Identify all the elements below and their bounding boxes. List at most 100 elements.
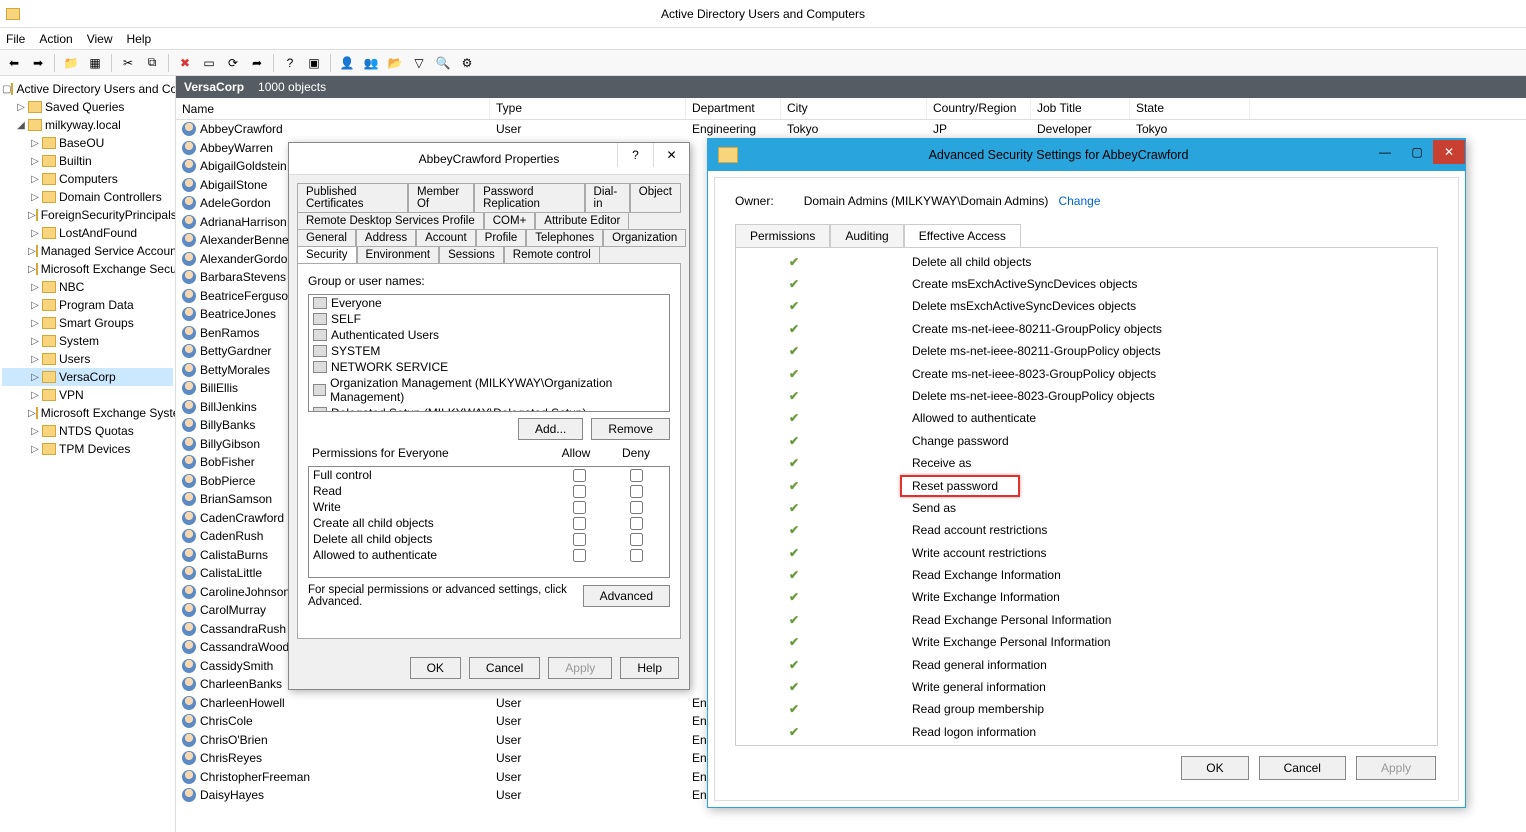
- apply-button[interactable]: Apply: [548, 657, 612, 679]
- delete-icon[interactable]: ✖: [175, 53, 195, 73]
- col-job[interactable]: Job Title: [1031, 98, 1130, 119]
- allow-checkbox[interactable]: [573, 485, 586, 498]
- tree-root[interactable]: ▢Active Directory Users and Computers: [2, 80, 173, 98]
- list-icon[interactable]: ▦: [85, 53, 105, 73]
- group-item[interactable]: Everyone: [309, 295, 669, 311]
- tree-node-domain-controllers[interactable]: ▷Domain Controllers: [2, 188, 173, 206]
- change-link[interactable]: Change: [1058, 194, 1100, 208]
- tree-node-versacorp[interactable]: ▷VersaCorp: [2, 368, 173, 386]
- allow-checkbox[interactable]: [573, 501, 586, 514]
- allow-checkbox[interactable]: [573, 517, 586, 530]
- filter-icon[interactable]: ▽: [409, 53, 429, 73]
- group-item[interactable]: NETWORK SERVICE: [309, 359, 669, 375]
- tab-attribute-editor[interactable]: Attribute Editor: [535, 212, 629, 230]
- export-icon[interactable]: ➦: [247, 53, 267, 73]
- cancel-button[interactable]: Cancel: [469, 657, 540, 679]
- menu-action[interactable]: Action: [39, 32, 72, 46]
- group-icon[interactable]: 👥: [361, 53, 381, 73]
- deny-checkbox[interactable]: [630, 469, 643, 482]
- remove-button[interactable]: Remove: [591, 418, 670, 440]
- tab-dial-in[interactable]: Dial-in: [585, 183, 630, 213]
- permissions-list[interactable]: Full controlReadWriteCreate all child ob…: [308, 466, 670, 578]
- cut-icon[interactable]: ✂: [118, 53, 138, 73]
- menu-view[interactable]: View: [87, 32, 113, 46]
- tab-telephones[interactable]: Telephones: [526, 229, 603, 247]
- tab-security[interactable]: Security: [297, 246, 357, 264]
- opts-icon[interactable]: ⚙: [457, 53, 477, 73]
- forward-icon[interactable]: ➡: [28, 53, 48, 73]
- tree-node-users[interactable]: ▷Users: [2, 350, 173, 368]
- back-icon[interactable]: ⬅: [4, 53, 24, 73]
- tree-node-managed-service-accounts[interactable]: ▷Managed Service Accounts: [2, 242, 173, 260]
- col-name[interactable]: Name: [176, 98, 490, 119]
- tab-sessions[interactable]: Sessions: [439, 246, 504, 264]
- properties-titlebar[interactable]: AbbeyCrawford Properties ? ✕: [289, 143, 689, 175]
- menu-file[interactable]: File: [6, 32, 25, 46]
- find-icon[interactable]: 🔍: [433, 53, 453, 73]
- tree-domain[interactable]: ◢milkyway.local: [2, 116, 173, 134]
- ok-button[interactable]: OK: [410, 657, 461, 679]
- tab-member-of[interactable]: Member Of: [408, 183, 474, 213]
- tab-remote-desktop-services-profile[interactable]: Remote Desktop Services Profile: [297, 212, 484, 230]
- tab-address[interactable]: Address: [356, 229, 416, 247]
- close-button[interactable]: ✕: [1433, 140, 1465, 164]
- advanced-button[interactable]: Advanced: [583, 585, 670, 607]
- tree-node-computers[interactable]: ▷Computers: [2, 170, 173, 188]
- tree-node-microsoft-exchange-system-objects[interactable]: ▷Microsoft Exchange System Objects: [2, 404, 173, 422]
- properties-icon[interactable]: ▭: [199, 53, 219, 73]
- tab-object[interactable]: Object: [630, 183, 681, 213]
- allow-checkbox[interactable]: [573, 469, 586, 482]
- tree-node-tpm-devices[interactable]: ▷TPM Devices: [2, 440, 173, 458]
- tree-node-smart-groups[interactable]: ▷Smart Groups: [2, 314, 173, 332]
- tab-published-certificates[interactable]: Published Certificates: [297, 183, 408, 213]
- tab-remote-control[interactable]: Remote control: [504, 246, 600, 264]
- help-button[interactable]: ?: [617, 143, 653, 167]
- adv-ok-button[interactable]: OK: [1181, 756, 1248, 780]
- col-state[interactable]: State: [1130, 98, 1250, 119]
- effective-access-list[interactable]: ✔Delete all child objects✔Create msExchA…: [735, 247, 1438, 746]
- col-type[interactable]: Type: [490, 98, 686, 119]
- tab-com-[interactable]: COM+: [484, 212, 536, 230]
- deny-checkbox[interactable]: [630, 517, 643, 530]
- tree-node-vpn[interactable]: ▷VPN: [2, 386, 173, 404]
- adv-titlebar[interactable]: Advanced Security Settings for AbbeyCraw…: [708, 139, 1465, 171]
- menu-help[interactable]: Help: [127, 32, 152, 46]
- tab-general[interactable]: General: [297, 229, 356, 247]
- tree-node-builtin[interactable]: ▷Builtin: [2, 152, 173, 170]
- group-item[interactable]: Delegated Setup (MILKYWAY\Delegated Setu…: [309, 405, 669, 412]
- col-city[interactable]: City: [781, 98, 927, 119]
- tab-account[interactable]: Account: [416, 229, 476, 247]
- help-icon[interactable]: ?: [280, 53, 300, 73]
- group-item[interactable]: Organization Management (MILKYWAY\Organi…: [309, 375, 669, 405]
- user-icon[interactable]: 👤: [337, 53, 357, 73]
- col-country[interactable]: Country/Region: [927, 98, 1031, 119]
- adv-tab-permissions[interactable]: Permissions: [735, 224, 830, 248]
- tree-saved-queries[interactable]: ▷Saved Queries: [2, 98, 173, 116]
- adv-cancel-button[interactable]: Cancel: [1259, 756, 1346, 780]
- adv-tab-auditing[interactable]: Auditing: [830, 224, 903, 248]
- maximize-button[interactable]: ▢: [1401, 140, 1433, 164]
- tree-node-baseou[interactable]: ▷BaseOU: [2, 134, 173, 152]
- group-item[interactable]: SELF: [309, 311, 669, 327]
- tab-environment[interactable]: Environment: [357, 246, 440, 264]
- deny-checkbox[interactable]: [630, 501, 643, 514]
- group-list[interactable]: EveryoneSELFAuthenticated UsersSYSTEMNET…: [308, 294, 670, 412]
- tool-icon[interactable]: ▣: [304, 53, 324, 73]
- tab-profile[interactable]: Profile: [476, 229, 527, 247]
- tree-node-program-data[interactable]: ▷Program Data: [2, 296, 173, 314]
- tree-node-system[interactable]: ▷System: [2, 332, 173, 350]
- deny-checkbox[interactable]: [630, 549, 643, 562]
- copy-icon[interactable]: ⧉: [142, 53, 162, 73]
- tree-node-ntds-quotas[interactable]: ▷NTDS Quotas: [2, 422, 173, 440]
- tree-node-lostandfound[interactable]: ▷LostAndFound: [2, 224, 173, 242]
- adv-apply-button[interactable]: Apply: [1356, 756, 1436, 780]
- group-item[interactable]: SYSTEM: [309, 343, 669, 359]
- up-icon[interactable]: 📁: [61, 53, 81, 73]
- ou-icon[interactable]: 📂: [385, 53, 405, 73]
- close-button[interactable]: ✕: [653, 143, 689, 167]
- group-item[interactable]: Authenticated Users: [309, 327, 669, 343]
- refresh-icon[interactable]: ⟳: [223, 53, 243, 73]
- tree-node-microsoft-exchange-security-groups[interactable]: ▷Microsoft Exchange Security Groups: [2, 260, 173, 278]
- list-item[interactable]: AbbeyCrawfordUserEngineeringTokyoJPDevel…: [176, 120, 1526, 139]
- allow-checkbox[interactable]: [573, 549, 586, 562]
